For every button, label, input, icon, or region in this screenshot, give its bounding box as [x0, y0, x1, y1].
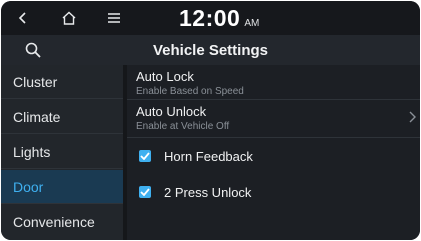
auto-lock-title: Auto Lock	[136, 69, 194, 84]
checkmark-icon	[140, 188, 150, 196]
home-icon	[62, 11, 76, 25]
sidebar-item-convenience[interactable]: Convenience	[1, 205, 123, 239]
row-divider	[127, 137, 420, 138]
vehicle-settings-screen: 12:00 AM Vehicle Settings Cluster Climat…	[1, 1, 420, 240]
clock: 12:00 AM	[179, 5, 259, 33]
horn-feedback-checkbox[interactable]	[139, 150, 151, 162]
sidebar-item-label: Lights	[13, 143, 51, 160]
auto-unlock-value: Enable at Vehicle Off	[136, 121, 230, 132]
auto-unlock-row[interactable]: Auto Unlock Enable at Vehicle Off	[127, 104, 420, 132]
sidebar-item-lights[interactable]: Lights	[1, 135, 123, 169]
sidebar-item-label: Convenience	[13, 214, 95, 230]
auto-lock-row[interactable]: Auto Lock Enable Based on Speed	[127, 69, 420, 97]
back-button[interactable]	[9, 6, 37, 30]
status-bar: 12:00 AM	[1, 1, 420, 35]
auto-unlock-title: Auto Unlock	[136, 104, 207, 119]
door-settings-panel: Auto Lock Enable Based on Speed Auto Unl…	[127, 65, 420, 240]
auto-unlock-chevron[interactable]	[406, 109, 418, 125]
sidebar-item-climate[interactable]: Climate	[1, 100, 123, 134]
clock-time: 12:00	[179, 5, 241, 31]
title-bar: Vehicle Settings	[1, 35, 420, 65]
sidebar-item-label: Cluster	[13, 73, 58, 90]
sidebar-item-label: Door	[13, 178, 44, 195]
menu-icon	[108, 13, 120, 23]
auto-lock-value: Enable Based on Speed	[136, 86, 244, 97]
home-button[interactable]	[55, 6, 83, 30]
row-divider	[127, 99, 420, 100]
two-press-unlock-label: 2 Press Unlock	[164, 184, 252, 200]
menu-button[interactable]	[100, 6, 128, 30]
back-icon	[18, 12, 26, 24]
horn-feedback-label: Horn Feedback	[164, 148, 253, 164]
sidebar-item-cluster[interactable]: Cluster	[1, 65, 123, 99]
two-press-unlock-row[interactable]: 2 Press Unlock	[127, 175, 420, 209]
horn-feedback-row[interactable]: Horn Feedback	[127, 139, 420, 173]
sidebar-item-door[interactable]: Door	[1, 170, 123, 204]
sidebar-item-label: Climate	[13, 108, 61, 125]
sidebar: Cluster Climate Lights Door Convenience	[1, 65, 123, 240]
clock-ampm: AM	[244, 18, 260, 29]
checkmark-icon	[140, 152, 150, 160]
two-press-unlock-checkbox[interactable]	[139, 186, 151, 198]
chevron-right-icon	[409, 111, 416, 123]
page-title: Vehicle Settings	[152, 42, 269, 59]
